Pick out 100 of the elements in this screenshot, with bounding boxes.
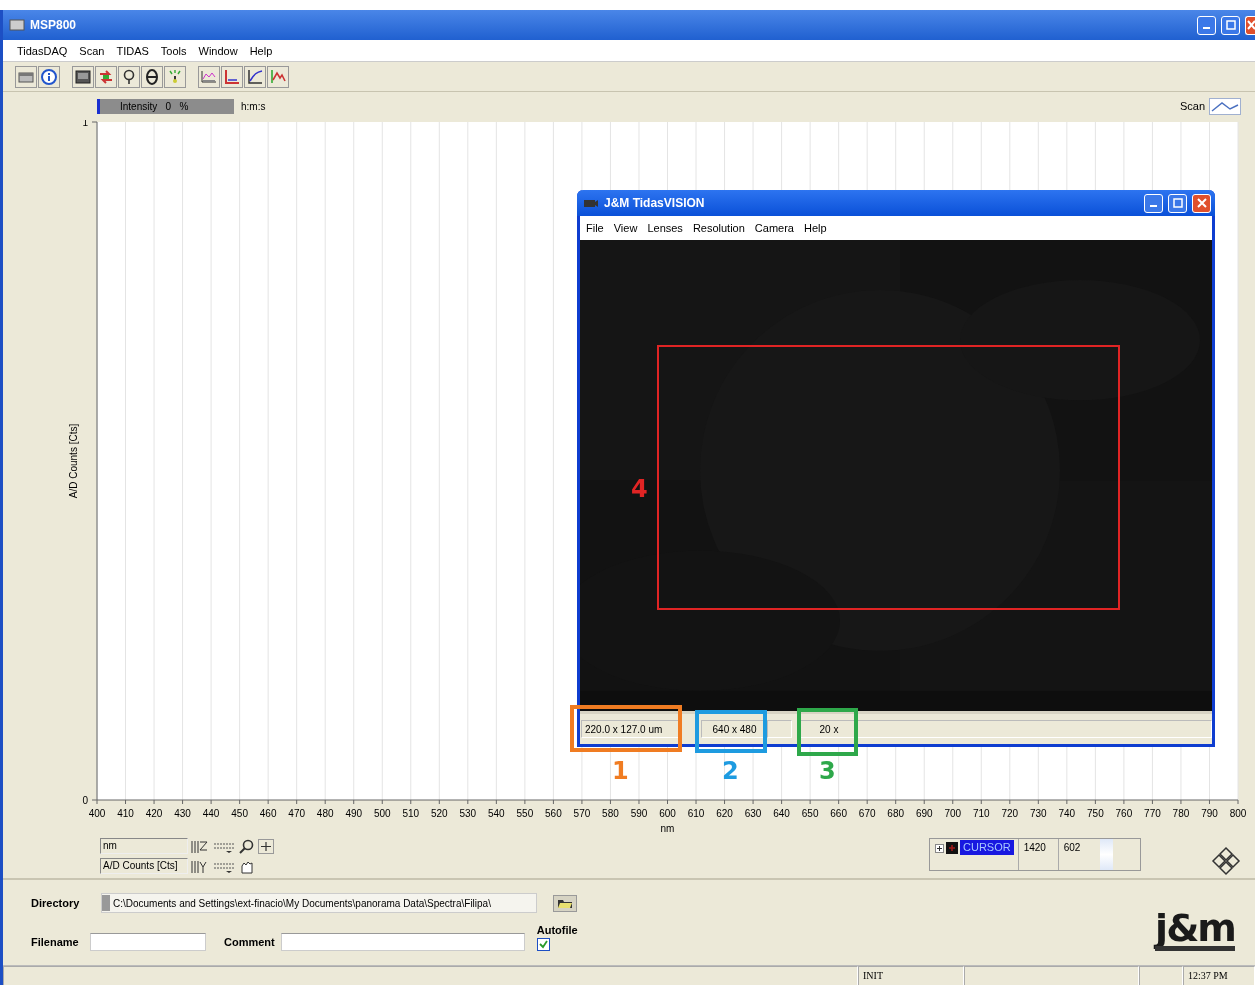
menu-item[interactable]: Scan [79,44,105,57]
comment-field[interactable] [280,933,525,951]
x-tick-label: 450 [231,808,248,819]
x-tick-label: 480 [316,808,334,819]
x-tick-label: 800 [1229,808,1247,819]
maximize-icon [1172,198,1183,208]
x-tick-label: 410 [117,808,134,819]
camera-icon [583,197,599,209]
y-unit-field[interactable]: A/D Counts [Cts] [100,858,188,874]
x-tick-label: 470 [288,808,305,819]
menu-item[interactable]: Window [198,44,238,57]
x-tick-label: 490 [345,808,363,819]
cursor-color-swatch [946,842,958,854]
elapsed-time: h:m:s [241,100,266,112]
minimize-button[interactable] [1197,15,1216,35]
x-tick-label: 720 [1001,808,1019,819]
window-title: MSP800 [30,18,77,32]
menu-item[interactable]: Help [804,222,827,234]
x-tick-label: 700 [944,808,962,819]
x-tick-label: 500 [373,808,391,819]
browse-button[interactable] [553,894,577,912]
comment-label: Comment [224,936,275,948]
x-tick-label: 590 [630,808,648,819]
x-tick-label: 640 [773,808,790,819]
expand-icon[interactable] [935,844,944,853]
filename-field[interactable] [90,933,206,951]
y-axis-title: A/D Counts [Cts] [68,423,79,499]
maximize-icon [1225,20,1236,30]
x-tick-label: 510 [402,808,420,819]
monitor-icon[interactable] [72,65,94,88]
curve-icon[interactable] [244,65,266,88]
menu-item[interactable]: Camera [754,222,794,234]
directory-field[interactable]: C:\Documents and Settings\ext-finacio\My Documents\panorama Data\Spectra\Filipa\ [101,893,537,913]
close-icon [1246,20,1255,30]
x-unit-field[interactable]: nm [100,838,188,854]
window-title: J&M TidasVISION [604,196,705,210]
scan-label: Scan [1179,100,1205,112]
zoom-icon[interactable] [238,838,256,854]
app-icon [9,19,25,31]
bulb-icon[interactable] [118,65,140,88]
intensity-meter: Intensity 0 % [97,98,234,114]
x-tick-label: 670 [858,808,876,819]
x-tick-label: 460 [259,808,277,819]
graph-icon[interactable] [221,65,243,88]
arrows-icon[interactable] [95,65,117,88]
x-tick-label: 730 [1030,808,1047,819]
close-icon [1196,198,1207,208]
menu-item[interactable]: TidasDAQ [17,44,68,57]
y-tick-label: 1 [82,120,88,128]
scroll-bar[interactable] [1099,839,1113,870]
cursor-y-value: 602 [1057,839,1098,870]
x-tick-label: 530 [459,808,477,819]
x-tick-label: 770 [1144,808,1161,819]
menu-item[interactable]: View [613,222,638,234]
spectrum-icon[interactable] [198,65,220,88]
x-tick-label: 650 [801,808,819,819]
x-tick-label: 550 [516,808,534,819]
menu-item[interactable]: Tools [160,44,187,57]
minimize-button[interactable] [1144,193,1163,213]
x-tick-label: 620 [716,808,733,819]
y-tick-label: 0 [82,795,88,806]
autofile-checkbox[interactable] [536,937,550,951]
x-tick-label: 750 [1087,808,1104,819]
status-time: 12:37 PM [1183,966,1255,985]
menu-item[interactable]: File [586,222,604,234]
x-tick-label: 440 [202,808,220,819]
x-tick-label: 710 [972,808,990,819]
scan-mode-icon[interactable] [1209,97,1241,115]
close-button[interactable] [1192,193,1211,213]
cursor-name[interactable]: CURSOR [960,840,1014,855]
x-tick-label: 760 [1115,808,1133,819]
menu-item[interactable]: Help [249,44,273,57]
window-icon[interactable] [15,65,37,88]
close-button[interactable] [1245,15,1255,35]
x-tick-label: 790 [1201,808,1218,819]
menu-item[interactable]: Resolution [692,222,745,234]
peak-icon[interactable] [267,65,289,88]
info-icon[interactable] [38,65,60,88]
x-tick-label: 740 [1058,808,1076,819]
maximize-button[interactable] [1221,15,1240,35]
menu-item[interactable]: TIDAS [116,44,149,57]
callout-number: 2 [722,757,739,785]
maximize-button[interactable] [1168,193,1187,213]
filename-label: Filename [31,935,80,950]
crosshair-icon[interactable] [258,838,274,854]
callout-number: 4 [631,475,648,503]
x-axis-icon[interactable] [190,838,210,854]
directory-label: Directory [31,896,81,911]
callout-number: 3 [819,757,836,785]
x-tick-label: 520 [430,808,448,819]
x-tick-label: 780 [1172,808,1190,819]
x-tick-label: 560 [545,808,562,819]
menu-item[interactable]: Lenses [647,222,683,234]
x-tick-label: 570 [573,808,591,819]
x-tick-label: 400 [88,808,106,819]
x-tick-label: 580 [602,808,619,819]
autofile-label: Autofile [536,923,578,936]
x-tick-label: 420 [145,808,163,819]
navigation-icon[interactable] [1211,846,1241,876]
x-tick-label: 540 [488,808,505,819]
